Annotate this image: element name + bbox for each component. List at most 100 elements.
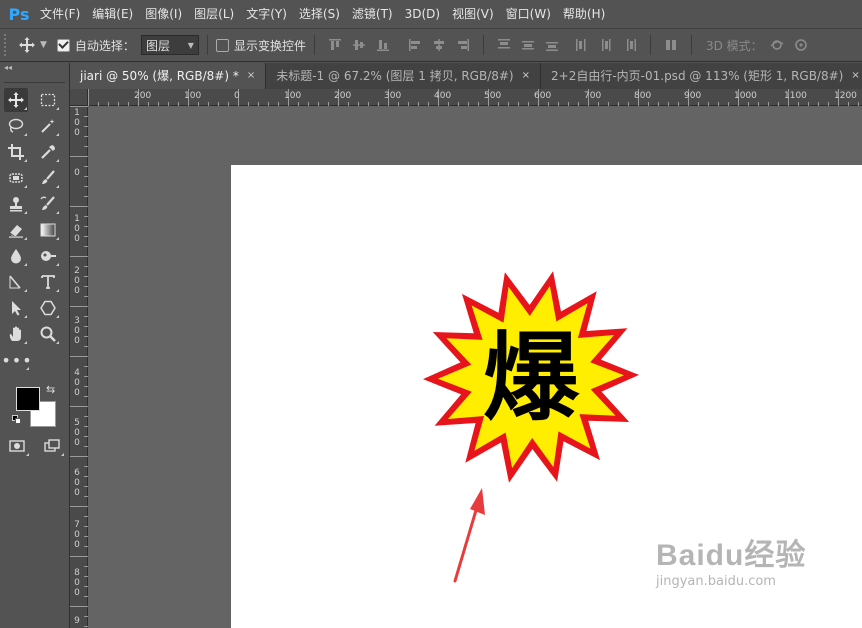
align-vcenter-icon[interactable] (349, 35, 369, 55)
brush-tool[interactable] (37, 166, 61, 190)
canvas-area[interactable]: 爆 Baidu经验 jingyan.baidu.com (88, 106, 862, 628)
menu-image[interactable]: 图像(I) (139, 0, 188, 28)
align-right-icon[interactable] (453, 35, 473, 55)
menu-type[interactable]: 文字(Y) (240, 0, 293, 28)
tab-document-untitled[interactable]: 未标题-1 @ 67.2% (图层 1 拷贝, RGB/8#) × (266, 63, 541, 89)
gradient-tool[interactable] (37, 218, 61, 242)
eraser-tool[interactable] (4, 218, 28, 242)
divider (206, 35, 208, 55)
toolbar-grip[interactable] (4, 75, 65, 83)
ruler-label: 200 (134, 91, 152, 101)
zoom-tool[interactable] (37, 322, 61, 346)
dodge-tool[interactable] (37, 244, 61, 268)
tab-document-jiari[interactable]: jiari @ 50% (爆, RGB/8#) * × (70, 63, 267, 89)
quick-mask-tool[interactable] (4, 434, 30, 458)
align-left-icon[interactable] (405, 35, 425, 55)
tab-document-psd[interactable]: 2+2自由行-内页-01.psd @ 113% (矩形 1, RGB/8#) × (541, 63, 862, 89)
align-bottom-icon[interactable] (373, 35, 393, 55)
chevron-down-icon[interactable]: ▼ (40, 40, 47, 50)
auto-align-icon[interactable] (661, 35, 681, 55)
auto-select-checkbox[interactable] (56, 38, 70, 52)
menu-3d[interactable]: 3D(D) (399, 0, 446, 28)
divider (313, 35, 315, 55)
menu-window[interactable]: 窗口(W) (500, 0, 557, 28)
horizontal-ruler[interactable]: 200 100 0 100 200 300 400 500 600 700 80… (88, 89, 862, 106)
history-brush-tool[interactable] (37, 192, 61, 216)
ruler-label: 100 (74, 108, 80, 138)
auto-select-dropdown[interactable]: 图层 ▼ (140, 35, 199, 55)
show-transform-label: 显示变换控件 (233, 38, 306, 53)
ruler-label: 900 (684, 91, 702, 101)
type-tool[interactable] (37, 270, 61, 294)
path-selection-tool[interactable] (4, 296, 28, 320)
options-bar: ▼ 自动选择： 图层 ▼ 显示变换控件 3D 模式： (0, 28, 862, 62)
clone-stamp-tool[interactable] (4, 192, 28, 216)
ruler-label: 1000 (734, 91, 757, 101)
close-icon[interactable]: × (851, 63, 859, 89)
ruler-label: 700 (74, 520, 80, 550)
close-icon[interactable]: × (522, 63, 530, 89)
default-colors-icon[interactable] (12, 415, 22, 425)
magic-wand-tool[interactable] (37, 114, 61, 138)
close-icon[interactable]: × (247, 63, 255, 89)
ruler-label: 700 (584, 91, 602, 101)
distribute-hcenter-icon[interactable] (596, 35, 616, 55)
menu-filter[interactable]: 滤镜(T) (346, 0, 399, 28)
ruler-label: 600 (74, 468, 80, 498)
show-transform-checkbox[interactable] (215, 38, 229, 52)
options-grip[interactable] (4, 34, 12, 56)
marquee-tool[interactable] (37, 88, 61, 112)
move-tool[interactable] (4, 88, 28, 112)
hand-tool[interactable] (4, 322, 28, 346)
lasso-tool[interactable] (4, 114, 28, 138)
menu-file[interactable]: 文件(F) (34, 0, 86, 28)
swap-colors-icon[interactable]: ⇆ (46, 383, 55, 396)
collapse-toolbar-icon[interactable]: ◂◂ (0, 63, 69, 75)
shape-tool[interactable] (37, 296, 61, 320)
3d-roll-icon[interactable] (791, 35, 811, 55)
menu-select[interactable]: 选择(S) (293, 0, 346, 28)
menu-layer[interactable]: 图层(L) (188, 0, 240, 28)
more-tools-icon[interactable]: ••• (1, 348, 32, 372)
crop-tool[interactable] (4, 140, 28, 164)
tab-label: 2+2自由行-内页-01.psd @ 113% (矩形 1, RGB/8#) (551, 69, 844, 83)
ruler-origin[interactable] (70, 89, 88, 106)
distribute-vcenter-icon[interactable] (518, 35, 538, 55)
vertical-ruler[interactable]: 100 0 100 200 300 400 500 600 700 800 9 (70, 106, 88, 628)
divider (649, 35, 651, 55)
distribute-bottom-icon[interactable] (542, 35, 562, 55)
3d-orbit-icon[interactable] (767, 35, 787, 55)
distribute-top-icon[interactable] (494, 35, 514, 55)
divider (690, 35, 692, 55)
screen-mode-tool[interactable] (39, 434, 65, 458)
ruler-label: 200 (74, 266, 80, 296)
align-hcenter-icon[interactable] (429, 35, 449, 55)
auto-select-label: 自动选择： (74, 38, 135, 53)
ruler-label: 300 (384, 91, 402, 101)
pen-tool[interactable] (4, 270, 28, 294)
ruler-label: 200 (334, 91, 352, 101)
distribute-left-icon[interactable] (572, 35, 592, 55)
document-tabs: jiari @ 50% (爆, RGB/8#) * × 未标题-1 @ 67.2… (70, 63, 862, 89)
eyedropper-tool[interactable] (37, 140, 61, 164)
move-icon (7, 92, 24, 108)
explosion-burst-shape[interactable]: 爆 (423, 269, 639, 485)
blur-tool[interactable] (4, 244, 28, 268)
ruler-label: 800 (634, 91, 652, 101)
menu-view[interactable]: 视图(V) (446, 0, 500, 28)
healing-brush-tool[interactable] (4, 166, 28, 190)
ruler-label: 1200 (834, 91, 857, 101)
ruler-label: 0 (234, 91, 240, 101)
ruler-label: 100 (284, 91, 302, 101)
distribute-right-icon[interactable] (620, 35, 640, 55)
document-canvas[interactable]: 爆 Baidu经验 jingyan.baidu.com (231, 165, 862, 628)
divider (482, 35, 484, 55)
ruler-label: 400 (434, 91, 452, 101)
align-top-icon[interactable] (325, 35, 345, 55)
foreground-color-swatch[interactable] (16, 387, 40, 411)
menu-edit[interactable]: 编辑(E) (86, 0, 139, 28)
menu-help[interactable]: 帮助(H) (557, 0, 611, 28)
move-tool-icon[interactable] (16, 34, 38, 56)
ruler-label: 400 (74, 368, 80, 398)
color-swatches: ⇆ (12, 383, 62, 433)
